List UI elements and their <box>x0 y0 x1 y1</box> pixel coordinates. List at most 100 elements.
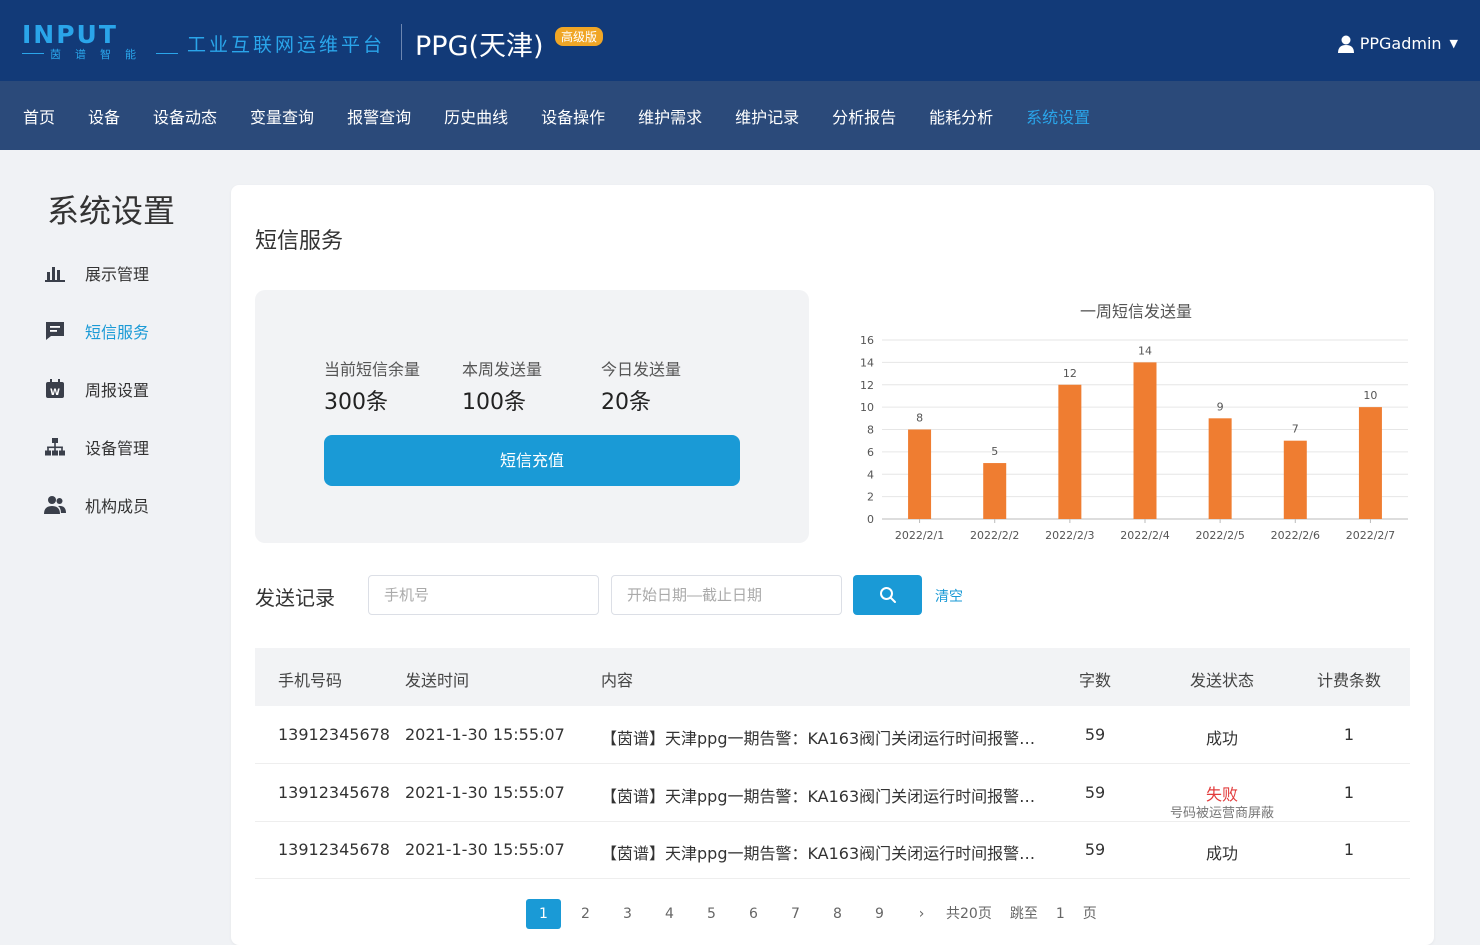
records-title: 发送记录 <box>255 586 335 610</box>
sidebar-item-members[interactable]: 机构成员 <box>44 493 149 517</box>
col-time: 发送时间 <box>405 671 470 690</box>
search-button[interactable] <box>853 575 922 615</box>
page-button[interactable]: 3 <box>610 899 645 929</box>
chevron-down-icon: ▼ <box>1449 37 1458 50</box>
page-button[interactable]: 7 <box>778 899 813 929</box>
x-tick-label: 2022/2/3 <box>1045 529 1094 542</box>
y-tick-label: 2 <box>867 491 874 504</box>
pagination: 1 2 3 4 5 6 7 8 9 › 共20页 跳至 1 页 <box>526 899 1115 929</box>
bar-value-label: 12 <box>1063 367 1077 380</box>
page-button[interactable]: 6 <box>736 899 771 929</box>
page-button[interactable]: 9 <box>862 899 897 929</box>
nav-item-alarm-query[interactable]: 报警查询 <box>347 104 411 128</box>
table-row[interactable]: 13912345678 2021-1-30 15:55:07 【茵谱】天津ppg… <box>255 764 1410 822</box>
recharge-button[interactable]: 短信充值 <box>324 435 740 486</box>
site-name: PPG(天津) <box>415 31 544 62</box>
user-icon <box>1337 35 1354 53</box>
x-tick-label: 2022/2/5 <box>1195 529 1244 542</box>
jump-input[interactable]: 1 <box>1056 899 1065 929</box>
page-button[interactable]: 8 <box>820 899 855 929</box>
y-tick-label: 16 <box>860 334 874 347</box>
nav-item-device-activity[interactable]: 设备动态 <box>153 104 217 128</box>
table-row[interactable]: 13912345678 2021-1-30 15:55:07 【茵谱】天津ppg… <box>255 706 1410 764</box>
sidebar-item-sms[interactable]: 短信服务 <box>44 319 149 343</box>
col-chars: 字数 <box>1078 671 1111 690</box>
x-tick-label: 2022/2/7 <box>1346 529 1395 542</box>
stat-week-sent: 本周发送量 100条 <box>462 356 542 416</box>
next-page-icon[interactable]: › <box>904 899 939 929</box>
y-tick-label: 4 <box>867 468 874 481</box>
stat-today-sent: 今日发送量 20条 <box>601 356 681 416</box>
user-menu[interactable]: PPGadmin ▼ <box>1337 34 1458 53</box>
phone-search-input[interactable] <box>368 575 599 615</box>
cell-status: 成功 <box>1205 729 1238 748</box>
x-tick-label: 2022/2/2 <box>970 529 1019 542</box>
table-row[interactable]: 13912345678 2021-1-30 15:55:07 【茵谱】天津ppg… <box>255 821 1410 879</box>
y-tick-label: 10 <box>860 401 874 414</box>
nav-item-devices[interactable]: 设备 <box>88 104 120 128</box>
chart-title: 一周短信发送量 <box>1080 302 1192 321</box>
message-icon <box>44 320 66 342</box>
stat-balance: 当前短信余量 300条 <box>324 356 420 416</box>
cell-content: 【茵谱】天津ppg一期告警：KA163阀门关闭运行时间报警… <box>601 844 1036 863</box>
edition-badge: 高级版 <box>555 27 604 46</box>
page-suffix: 页 <box>1082 906 1097 922</box>
header-divider <box>401 24 402 60</box>
bar-value-label: 14 <box>1138 344 1152 357</box>
y-tick-label: 12 <box>860 379 874 392</box>
sidebar-title: 系统设置 <box>47 192 176 230</box>
bar <box>1208 418 1232 519</box>
sidebar-item-device-management[interactable]: 设备管理 <box>44 435 149 459</box>
cell-content: 【茵谱】天津ppg一期告警：KA163阀门关闭运行时间报警… <box>601 787 1036 806</box>
nav-item-device-operation[interactable]: 设备操作 <box>541 104 605 128</box>
logo-subtitle: 茵谱智能 <box>22 46 178 62</box>
platform-name: 工业互联网运维平台 <box>187 34 386 56</box>
members-icon <box>44 494 66 516</box>
sidebar-item-label: 设备管理 <box>85 439 150 458</box>
bar <box>1058 384 1082 519</box>
y-tick-label: 6 <box>867 446 874 459</box>
nav-item-maintenance-request[interactable]: 维护需求 <box>638 104 702 128</box>
page-button[interactable]: 1 <box>526 899 561 929</box>
stat-label: 当前短信余量 <box>324 360 421 379</box>
cell-chars: 59 <box>1084 840 1106 859</box>
cell-chars: 59 <box>1084 725 1106 744</box>
nav-item-maintenance-record[interactable]: 维护记录 <box>735 104 799 128</box>
bar-value-label: 7 <box>1292 423 1299 436</box>
stat-value: 300条 <box>324 390 388 415</box>
nav-item-energy-analysis[interactable]: 能耗分析 <box>929 104 993 128</box>
search-icon <box>879 587 896 603</box>
top-header: INPUT 茵谱智能 工业互联网运维平台 PPG(天津) 高级版 PPGadmi… <box>0 0 1480 81</box>
nav-item-analysis-report[interactable]: 分析报告 <box>832 104 896 128</box>
sidebar-item-display[interactable]: 展示管理 <box>44 261 149 285</box>
nav-item-home[interactable]: 首页 <box>23 104 55 128</box>
nav-item-system-settings[interactable]: 系统设置 <box>1026 104 1090 128</box>
sidebar-item-weekly-report[interactable]: W 周报设置 <box>44 377 149 401</box>
cell-time: 2021-1-30 15:55:07 <box>405 840 565 859</box>
cell-count: 1 <box>1343 725 1355 744</box>
x-tick-label: 2022/2/1 <box>895 529 944 542</box>
sidebar-item-label: 周报设置 <box>85 381 150 400</box>
col-count: 计费条数 <box>1316 671 1381 690</box>
bar <box>908 429 932 519</box>
page-button[interactable]: 4 <box>652 899 687 929</box>
page-title: 短信服务 <box>255 229 344 254</box>
bar-value-label: 9 <box>1217 400 1224 413</box>
logo: INPUT 茵谱智能 <box>22 20 178 62</box>
y-tick-label: 14 <box>860 356 874 369</box>
logo-text: INPUT <box>22 20 118 49</box>
bar <box>1358 407 1382 519</box>
main-nav: 首页 设备 设备动态 变量查询 报警查询 历史曲线 设备操作 维护需求 维护记录… <box>0 81 1480 150</box>
weekly-sms-chart: 一周短信发送量 0 2 4 6 8 10 12 14 16 8 2022/2/1 5 2022/2/2 1… <box>860 302 1408 542</box>
stat-label: 今日发送量 <box>601 360 682 379</box>
clear-link[interactable]: 清空 <box>935 586 963 606</box>
date-range-input[interactable] <box>611 575 842 615</box>
page-button[interactable]: 5 <box>694 899 729 929</box>
page-button[interactable]: 2 <box>568 899 603 929</box>
cell-count: 1 <box>1343 783 1355 802</box>
nav-item-history-curve[interactable]: 历史曲线 <box>444 104 508 128</box>
nav-item-variable-query[interactable]: 变量查询 <box>250 104 314 128</box>
table-header: 手机号码 发送时间 内容 字数 发送状态 计费条数 <box>255 648 1410 706</box>
bar-chart-icon <box>44 262 66 284</box>
sidebar-item-label: 展示管理 <box>85 265 150 284</box>
